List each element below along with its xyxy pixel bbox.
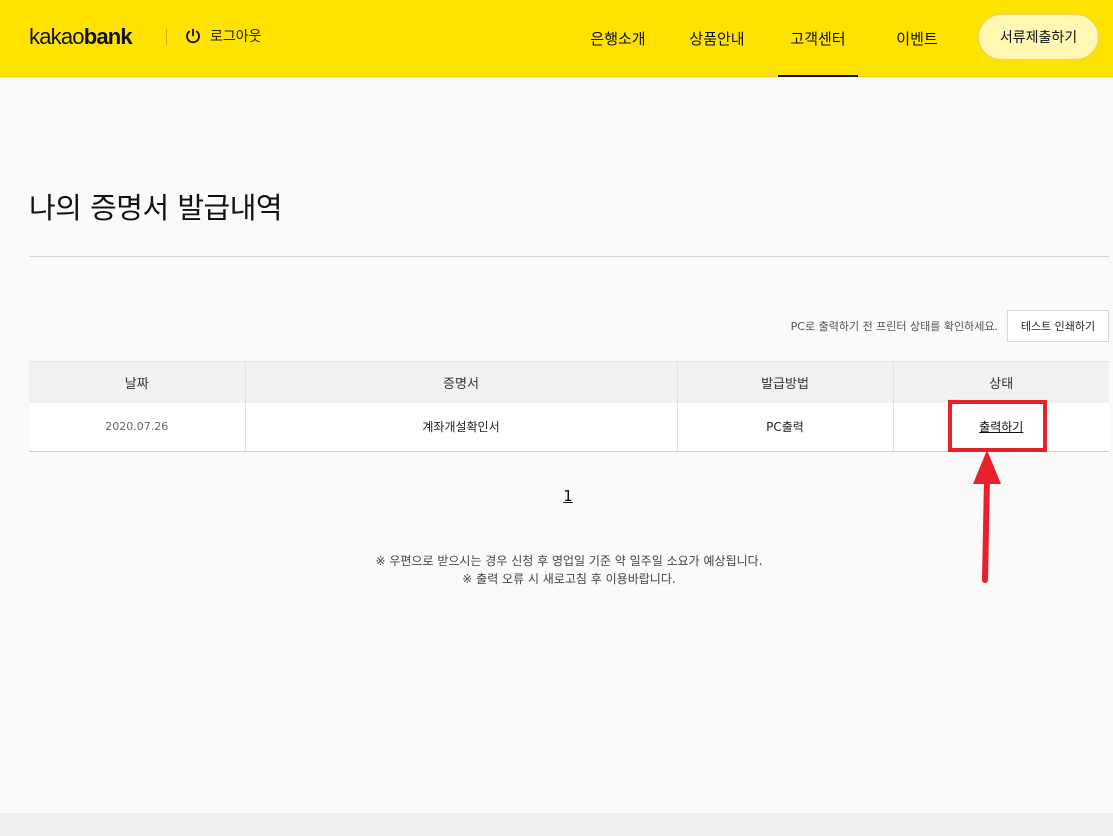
logo-text-bold: bank [83, 24, 133, 49]
notice-text: ※ 우편으로 받으시는 경우 신청 후 영업일 기준 약 일주일 소요가 예상됩… [0, 552, 1113, 588]
column-header-date: 날짜 [29, 361, 245, 403]
top-header: kakaobank 로그아웃 은행소개 상품안내 고객센터 이벤트 서류제출하기 [0, 0, 1113, 77]
table-header-row: 날짜 증명서 발급방법 상태 [29, 361, 1109, 403]
logout-label: 로그아웃 [210, 29, 262, 45]
notice-line-mail: ※ 우편으로 받으시는 경우 신청 후 영업일 기준 약 일주일 소요가 예상됩… [375, 554, 763, 568]
column-header-certificate: 증명서 [244, 361, 677, 403]
highlight-annotation-box [948, 400, 1047, 452]
logo-text-light: kakao [29, 24, 85, 49]
page-title: 나의 증명서 발급내역 [29, 191, 283, 225]
nav-item-events[interactable]: 이벤트 [885, 0, 949, 77]
title-divider [29, 256, 1109, 257]
nav-item-products[interactable]: 상품안내 [681, 0, 753, 77]
logout-button[interactable]: 로그아웃 [184, 26, 262, 46]
printer-note: PC로 출력하기 전 프린터 상태를 확인하세요. [790, 320, 998, 333]
footer-strip [0, 813, 1113, 836]
submit-documents-button[interactable]: 서류제출하기 [978, 14, 1099, 60]
nav-item-bank-intro[interactable]: 은행소개 [582, 0, 654, 77]
certificate-history-table: 날짜 증명서 발급방법 상태 2020.07.26 계좌개설확인서 PC출력 출… [29, 361, 1109, 452]
kakaobank-logo[interactable]: kakaobank [29, 24, 133, 50]
power-icon [186, 28, 200, 44]
cell-certificate: 계좌개설확인서 [244, 402, 677, 452]
pagination-page-1[interactable]: 1 [560, 487, 576, 505]
test-print-button[interactable]: 테스트 인쇄하기 [1007, 310, 1109, 342]
notice-line-error: ※ 출력 오류 시 새로고침 후 이용바랍니다. [462, 572, 676, 586]
cell-date: 2020.07.26 [29, 402, 245, 452]
cell-method: PC출력 [676, 402, 893, 452]
table-row: 2020.07.26 계좌개설확인서 PC출력 출력하기 [29, 402, 1109, 452]
column-header-status: 상태 [892, 361, 1109, 403]
column-header-method: 발급방법 [676, 361, 893, 403]
nav-item-customer-center[interactable]: 고객센터 [778, 0, 858, 77]
header-divider [166, 29, 167, 45]
